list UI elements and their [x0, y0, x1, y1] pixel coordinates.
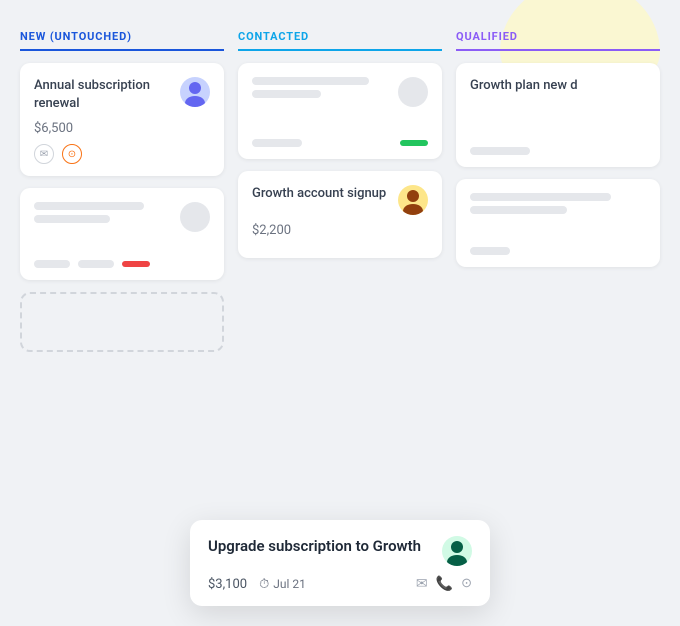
- kanban-board: NEW (UNTOUCHED) Annual subscription rene…: [0, 0, 680, 626]
- skeleton-line: [34, 215, 110, 223]
- avatar-placeholder: [180, 202, 210, 232]
- column-qualified: QUALIFIED Growth plan new d: [456, 30, 660, 364]
- card-content: [470, 193, 646, 214]
- skeleton-line: [252, 90, 321, 98]
- skeleton-line: [252, 77, 369, 85]
- card-top: [252, 77, 428, 107]
- card-footer: [470, 247, 646, 255]
- status-dot-green: [400, 140, 428, 146]
- card-top: Growth plan new d: [470, 77, 646, 95]
- email-icon[interactable]: ✉: [416, 576, 428, 592]
- status-dot-red: [122, 261, 150, 267]
- card-new-2[interactable]: [20, 188, 224, 280]
- column-header-qualified: QUALIFIED: [456, 30, 660, 51]
- card-title: Upgrade subscription to Growth: [208, 536, 434, 557]
- card-footer: $3,100 ⏱ Jul 21 ✉ 📞 ⊙: [208, 576, 472, 592]
- column-header-contacted: CONTACTED: [238, 30, 442, 51]
- avatar-placeholder: [398, 77, 428, 107]
- card-top: Annual subscription renewal: [34, 77, 210, 113]
- card-title: Annual subscription renewal: [34, 77, 172, 113]
- floating-card[interactable]: Upgrade subscription to Growth $3,100 ⏱ …: [190, 520, 490, 606]
- timer-icon[interactable]: ⊙: [461, 576, 472, 592]
- avatar: [398, 185, 428, 215]
- card-qualified-1[interactable]: Growth plan new d: [456, 63, 660, 167]
- skeleton-line: [34, 260, 70, 268]
- skeleton-line: [78, 260, 114, 268]
- clock-icon: ⏱: [259, 577, 269, 592]
- card-top: Upgrade subscription to Growth: [208, 536, 472, 566]
- skeleton-line: [470, 247, 510, 255]
- card-top: [34, 202, 210, 232]
- card-qualified-2[interactable]: [456, 179, 660, 267]
- card-footer: [470, 147, 646, 155]
- avatar: [180, 77, 210, 107]
- card-top: Growth account signup: [252, 185, 428, 215]
- card-title: Growth account signup: [252, 185, 390, 203]
- column-new: NEW (UNTOUCHED) Annual subscription rene…: [20, 30, 224, 364]
- date-text: Jul 21: [273, 577, 306, 591]
- avatar: [442, 536, 472, 566]
- card-amount: $2,200: [252, 223, 428, 238]
- spacer: [34, 240, 210, 256]
- card-amount: $3,100: [208, 577, 247, 592]
- skeleton-line: [252, 139, 302, 147]
- card-new-1[interactable]: Annual subscription renewal $6,500 ✉ ⊙: [20, 63, 224, 176]
- skeleton-line: [470, 193, 611, 201]
- spacer: [470, 103, 646, 143]
- column-header-new: NEW (UNTOUCHED): [20, 30, 224, 51]
- date-label: ⏱ Jul 21: [259, 577, 306, 592]
- card-title: Growth plan new d: [470, 77, 638, 95]
- timer-icon[interactable]: ⊙: [62, 144, 82, 164]
- action-icons: ✉ 📞 ⊙: [416, 576, 472, 592]
- add-card-placeholder[interactable]: [20, 292, 224, 352]
- card-amount: $6,500: [34, 121, 210, 136]
- phone-icon[interactable]: 📞: [436, 576, 453, 592]
- spacer: [470, 219, 646, 243]
- card-contacted-2[interactable]: Growth account signup $2,200: [238, 171, 442, 258]
- column-contacted: CONTACTED Growth a: [238, 30, 442, 364]
- card-footer: [34, 260, 210, 268]
- card-footer: ✉ ⊙: [34, 144, 210, 164]
- spacer: [252, 115, 428, 135]
- skeleton-line: [470, 147, 530, 155]
- skeleton-line: [34, 202, 144, 210]
- card-footer: [252, 139, 428, 147]
- columns-container: NEW (UNTOUCHED) Annual subscription rene…: [20, 30, 660, 364]
- email-icon[interactable]: ✉: [34, 144, 54, 164]
- card-contacted-1[interactable]: [238, 63, 442, 159]
- skeleton-line: [470, 206, 567, 214]
